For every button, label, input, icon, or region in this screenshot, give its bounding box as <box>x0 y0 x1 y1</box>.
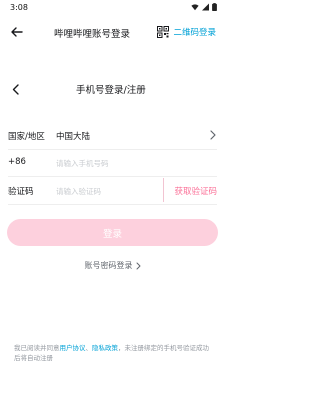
divider <box>8 204 217 205</box>
privacy-policy-link[interactable]: 隐私政策 <box>92 344 118 352</box>
form-back-button[interactable] <box>8 80 22 98</box>
qr-login-button[interactable]: 二维码登录 <box>157 24 216 40</box>
get-code-button[interactable]: 获取验证码 <box>174 185 217 197</box>
phone-row: +86 请输入手机号码 <box>0 149 225 177</box>
country-value: 中国大陆 <box>56 132 91 142</box>
country-label: 国家/地区 <box>8 132 45 142</box>
status-icons <box>191 3 217 11</box>
status-time: 3:08 <box>10 3 28 12</box>
agreement-text: 我已阅读并同意用户协议、隐私政策，未注册绑定的手机号验证成功后将自动注册 <box>14 343 215 363</box>
login-button-label: 登录 <box>102 228 122 240</box>
status-bar: 3:08 <box>0 0 225 16</box>
form-header: 手机号登录/注册 <box>0 78 225 100</box>
phone-prefix[interactable]: +86 <box>8 157 26 167</box>
code-divider <box>163 178 164 202</box>
login-button[interactable]: 登录 <box>7 219 218 246</box>
back-button[interactable] <box>8 23 26 41</box>
code-label: 验证码 <box>8 187 34 197</box>
phone-input[interactable]: 请输入手机号码 <box>56 158 109 169</box>
chevron-left-icon <box>12 83 19 95</box>
wifi-icon <box>191 4 199 11</box>
top-bar: 哔哩哔哩账号登录 二维码登录 <box>0 20 225 44</box>
chevron-right-icon <box>210 130 216 140</box>
agreement-prefix: 我已阅读并同意 <box>14 344 60 352</box>
back-arrow-icon <box>11 27 23 37</box>
signal-icon <box>202 3 209 11</box>
user-agreement-link[interactable]: 用户协议 <box>60 344 86 352</box>
code-input[interactable]: 请输入验证码 <box>56 186 101 197</box>
country-selector[interactable]: 国家/地区 中国大陆 <box>0 122 225 150</box>
page-title: 哔哩哔哩账号登录 <box>54 29 131 40</box>
chevron-right-icon <box>136 262 140 269</box>
form-title: 手机号登录/注册 <box>76 85 146 96</box>
qr-login-label: 二维码登录 <box>173 28 216 38</box>
qr-code-icon <box>157 26 170 38</box>
password-login-label: 账号密码登录 <box>84 261 133 270</box>
battery-icon <box>212 3 217 11</box>
password-login-link[interactable]: 账号密码登录 <box>0 260 225 271</box>
